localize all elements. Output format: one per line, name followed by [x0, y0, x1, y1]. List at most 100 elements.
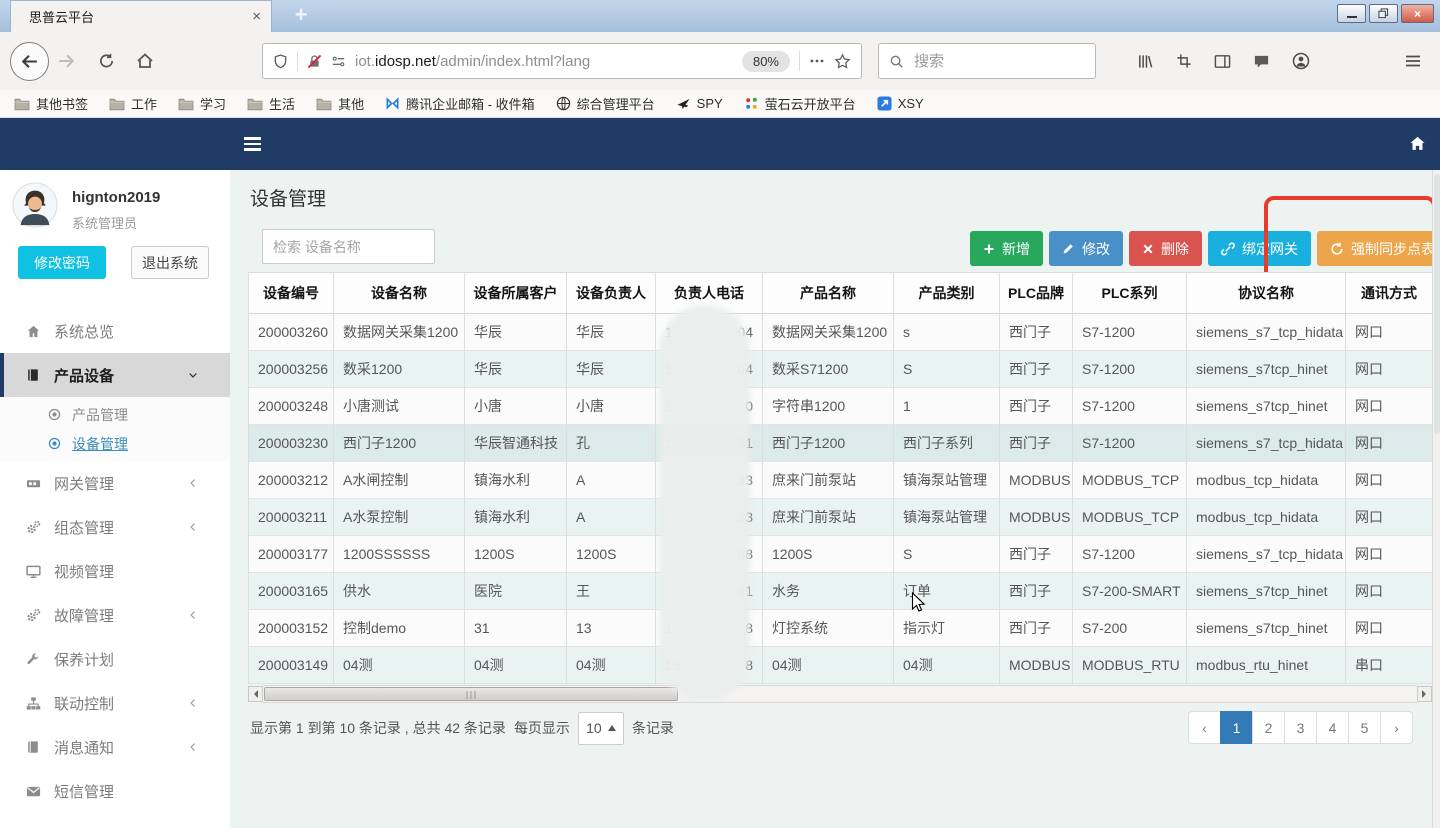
sidebar-item-系统总览[interactable]: 系统总览 [0, 309, 230, 353]
library-icon[interactable] [1137, 53, 1154, 70]
table-cell[interactable]: S7-1200 [1073, 425, 1187, 462]
pagination-page-2[interactable]: 2 [1252, 711, 1285, 744]
scrollbar-track[interactable] [263, 685, 1417, 703]
table-cell[interactable]: S7-200 [1073, 610, 1187, 647]
table-cell[interactable]: 网口 [1346, 462, 1433, 499]
table-cell[interactable]: 1 [894, 388, 1000, 425]
table-cell[interactable]: 104 [656, 314, 763, 351]
app-home-icon[interactable] [1409, 135, 1426, 152]
browser-search-bar[interactable] [878, 43, 1096, 79]
sidebar-collapse-icon[interactable] [244, 137, 261, 151]
table-cell[interactable]: 200003230 [249, 425, 334, 462]
zoom-level-badge[interactable]: 80% [742, 51, 790, 72]
table-cell[interactable]: 庶来门前泵站 [763, 499, 894, 536]
table-cell[interactable]: 串口 [1346, 647, 1433, 684]
table-cell[interactable]: 数采1200 [334, 351, 465, 388]
page-vertical-scrollbar[interactable] [1432, 170, 1440, 828]
table-cell[interactable]: 医院 [465, 573, 567, 610]
bookmark-item[interactable]: 腾讯企业邮箱 - 收件箱 [385, 94, 535, 113]
table-cell[interactable]: 西门子 [1000, 536, 1073, 573]
pagination-prev[interactable]: ‹ [1188, 711, 1221, 744]
table-cell[interactable]: 数据网关采集1200 [334, 314, 465, 351]
table-cell[interactable]: 华辰 [567, 314, 656, 351]
table-cell[interactable]: 数采S71200 [763, 351, 894, 388]
table-cell[interactable]: 王 [567, 573, 656, 610]
back-button[interactable] [10, 42, 49, 81]
table-cell[interactable]: 小唐 [465, 388, 567, 425]
table-cell[interactable]: s [894, 314, 1000, 351]
logout-button[interactable]: 退出系统 [131, 246, 209, 279]
column-header[interactable]: 负责人电话 [656, 273, 763, 314]
table-cell[interactable]: S7-1200 [1073, 351, 1187, 388]
table-cell[interactable]: 网口 [1346, 573, 1433, 610]
table-cell[interactable]: siemens_s7tcp_hinet [1187, 573, 1346, 610]
新增-button[interactable]: 新增 [970, 231, 1043, 266]
table-cell[interactable]: 1200S [567, 536, 656, 573]
table-cell[interactable]: 33 [656, 499, 763, 536]
table-cell[interactable]: 西门子 [1000, 388, 1073, 425]
table-cell[interactable]: 13 [567, 610, 656, 647]
table-cell[interactable]: S7-1200 [1073, 388, 1187, 425]
home-button[interactable] [136, 52, 154, 70]
column-header[interactable]: 通讯方式 [1346, 273, 1433, 314]
shield-icon[interactable] [273, 54, 288, 69]
table-cell[interactable]: S [894, 536, 1000, 573]
chat-bubble-icon[interactable] [1253, 53, 1270, 70]
sidebar-toggle-icon[interactable] [1214, 53, 1231, 70]
sidebar-item-故障管理[interactable]: 故障管理 [0, 593, 230, 637]
table-cell[interactable]: 镇海泵站管理 [894, 499, 1000, 536]
table-cell[interactable]: 网口 [1346, 610, 1433, 647]
table-cell[interactable]: modbus_rtu_hinet [1187, 647, 1346, 684]
pagination-page-5[interactable]: 5 [1348, 711, 1381, 744]
table-cell[interactable]: 庶来门前泵站 [763, 462, 894, 499]
table-cell[interactable]: siemens_s7tcp_hinet [1187, 610, 1346, 647]
table-cell[interactable]: 200003165 [249, 573, 334, 610]
table-cell[interactable]: S7-200-SMART [1073, 573, 1187, 610]
bookmark-item[interactable]: SPY [676, 96, 723, 111]
column-header[interactable]: 设备负责人 [567, 273, 656, 314]
bookmark-item[interactable]: 萤石云开放平台 [744, 94, 856, 113]
table-cell[interactable]: MODBUS [1000, 499, 1073, 536]
table-cell[interactable]: 04测 [334, 647, 465, 684]
table-cell[interactable]: 西门子 [1000, 573, 1073, 610]
account-icon[interactable] [1292, 52, 1310, 70]
table-cell[interactable]: 控制demo [334, 610, 465, 647]
table-cell[interactable]: S [894, 351, 1000, 388]
table-cell[interactable]: 字符串1200 [763, 388, 894, 425]
bookmark-item[interactable]: 综合管理平台 [556, 94, 655, 113]
table-cell[interactable]: MODBUS_TCP [1073, 499, 1187, 536]
table-cell[interactable]: MODBUS_RTU [1073, 647, 1187, 684]
change-password-button[interactable]: 修改密码 [18, 246, 106, 279]
table-cell[interactable]: 200003260 [249, 314, 334, 351]
bookmark-star-icon[interactable] [834, 53, 851, 70]
table-cell[interactable]: 镇海水利 [465, 462, 567, 499]
menu-icon[interactable] [1404, 52, 1422, 70]
table-cell[interactable]: 网口 [1346, 314, 1433, 351]
bookmark-item[interactable]: 学习 [178, 94, 226, 113]
table-cell[interactable]: modbus_tcp_hidata [1187, 499, 1346, 536]
browser-search-input[interactable] [912, 52, 1115, 71]
table-cell[interactable]: 18 [656, 610, 763, 647]
table-cell[interactable]: siemens_s7_tcp_hidata [1187, 425, 1346, 462]
window-restore-button[interactable] [1369, 4, 1398, 23]
table-cell[interactable]: 1200S [465, 536, 567, 573]
reload-button[interactable] [98, 53, 115, 70]
sidebar-item-消息通知[interactable]: 消息通知 [0, 725, 230, 769]
table-cell[interactable]: 西门子1200 [763, 425, 894, 462]
table-cell[interactable]: 镇海水利 [465, 499, 567, 536]
table-cell[interactable]: 华辰 [465, 351, 567, 388]
table-cell[interactable]: 200003248 [249, 388, 334, 425]
table-cell[interactable]: 镇海泵站管理 [894, 462, 1000, 499]
table-cell[interactable]: 灯控系统 [763, 610, 894, 647]
column-header[interactable]: 协议名称 [1187, 273, 1346, 314]
table-cell[interactable]: 200003256 [249, 351, 334, 388]
page-scrollbar-thumb[interactable] [1434, 174, 1440, 434]
page-actions-icon[interactable] [809, 53, 825, 69]
column-header[interactable]: 设备名称 [334, 273, 465, 314]
table-cell[interactable]: 04测 [763, 647, 894, 684]
column-header[interactable]: 设备编号 [249, 273, 334, 314]
column-header[interactable]: PLC品牌 [1000, 273, 1073, 314]
table-cell[interactable]: 网口 [1346, 388, 1433, 425]
table-cell[interactable]: S7-1200 [1073, 536, 1187, 573]
sidebar-subitem-产品管理[interactable]: 产品管理 [0, 400, 230, 429]
